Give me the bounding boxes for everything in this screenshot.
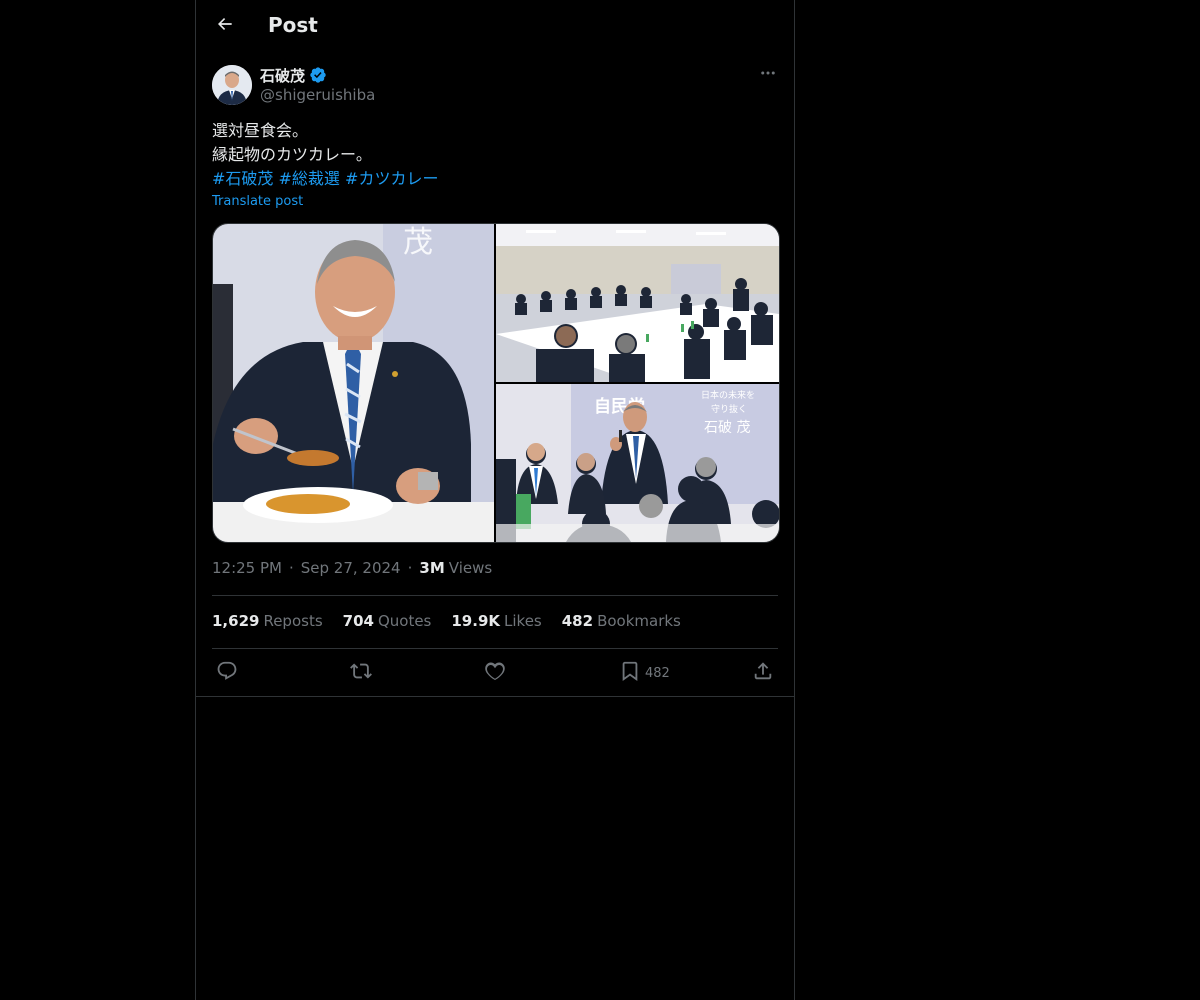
bookmark-icon xyxy=(619,660,641,686)
post-time[interactable]: 12:25 PM xyxy=(212,559,282,577)
likes-stat[interactable]: 19.9K Likes xyxy=(451,612,541,630)
media-photo-3[interactable]: 自民党 日本の未来を 守り抜く 石破 茂 xyxy=(496,384,779,542)
quotes-label: Quotes xyxy=(377,612,432,630)
quotes-count: 704 xyxy=(342,612,374,630)
svg-text:石破 茂: 石破 茂 xyxy=(704,419,750,436)
heart-icon xyxy=(484,660,506,686)
photo-smiling-man-eating-curry: 茂 xyxy=(213,224,494,542)
bookmark-button[interactable]: 482 xyxy=(619,661,670,685)
post-text: 選対昼食会。 縁起物のカツカレー。 #石破茂 #総裁選 #カツカレー xyxy=(212,119,772,191)
verified-badge-icon xyxy=(309,66,327,84)
post-stats: 1,629 Reposts 704 Quotes 19.9K Likes 482 Boo… xyxy=(212,612,701,630)
post-text-line: 縁起物のカツカレー。 xyxy=(212,145,372,164)
hashtag-row: #石破茂 #総裁選 #カツカレー xyxy=(212,167,772,191)
meta-separator: · xyxy=(407,559,413,577)
more-horizontal-icon xyxy=(759,64,777,86)
media-photo-2[interactable] xyxy=(496,224,779,382)
bookmarks-stat[interactable]: 482 Bookmarks xyxy=(562,612,681,630)
author-name[interactable]: 石破茂 xyxy=(260,65,305,86)
avatar[interactable] xyxy=(212,65,252,105)
main-column: Post 石破茂 @shigeruishiba 選対昼食会。 縁起物のカツカレー… xyxy=(195,0,795,1000)
media-grid: 茂 自民党 日本の未来を 守り抜く 石破 茂 xyxy=(212,223,780,543)
post-meta: 12:25 PM · Sep 27, 2024 · 3M Views xyxy=(212,559,492,577)
likes-count: 19.9K xyxy=(451,612,501,630)
arrow-left-icon xyxy=(215,14,235,38)
bookmarks-count: 482 xyxy=(561,612,594,630)
action-bar: 482 xyxy=(196,650,794,696)
media-photo-1[interactable]: 茂 xyxy=(213,224,494,542)
divider xyxy=(212,595,778,596)
reposts-count: 1,629 xyxy=(212,612,260,630)
svg-text:日本の未来を: 日本の未来を xyxy=(701,389,755,401)
reply-icon xyxy=(216,660,238,686)
bookmarks-label: Bookmarks xyxy=(597,612,681,630)
repost-icon xyxy=(350,660,372,686)
views-count: 3M xyxy=(419,559,445,577)
post-date[interactable]: Sep 27, 2024 xyxy=(301,559,401,577)
bookmark-count: 482 xyxy=(645,665,670,681)
views-label: Views xyxy=(448,559,493,577)
repost-button[interactable] xyxy=(350,661,372,685)
hashtag-link[interactable]: #石破茂 xyxy=(212,169,273,188)
divider xyxy=(212,648,778,649)
more-options-button[interactable] xyxy=(756,64,780,86)
svg-text:茂: 茂 xyxy=(403,225,433,260)
author-handle[interactable]: @shigeruishiba xyxy=(260,86,375,104)
post-text-line: 選対昼食会。 xyxy=(212,121,309,140)
hashtag-link[interactable]: #総裁選 xyxy=(279,169,340,188)
like-button[interactable] xyxy=(484,661,506,685)
svg-text:守り抜く: 守り抜く xyxy=(711,403,747,415)
reply-button[interactable] xyxy=(216,661,238,685)
hashtag-link[interactable]: #カツカレー xyxy=(345,169,438,188)
page-title: Post xyxy=(268,13,318,37)
reposts-stat[interactable]: 1,629 Reposts xyxy=(212,612,323,630)
translate-post-link[interactable]: Translate post xyxy=(212,194,303,209)
back-button[interactable] xyxy=(208,9,242,43)
quotes-stat[interactable]: 704 Quotes xyxy=(343,612,432,630)
share-button[interactable] xyxy=(752,661,774,685)
photo-man-speaking-microphone: 自民党 日本の未来を 守り抜く 石破 茂 xyxy=(496,384,779,542)
reposts-label: Reposts xyxy=(263,612,323,630)
divider xyxy=(196,696,794,697)
share-icon xyxy=(752,660,774,686)
meta-separator: · xyxy=(288,559,294,577)
photo-meeting-room-table xyxy=(496,224,779,382)
author-name-row[interactable]: 石破茂 xyxy=(260,65,327,85)
top-bar: Post xyxy=(196,0,794,53)
likes-label: Likes xyxy=(504,612,542,630)
